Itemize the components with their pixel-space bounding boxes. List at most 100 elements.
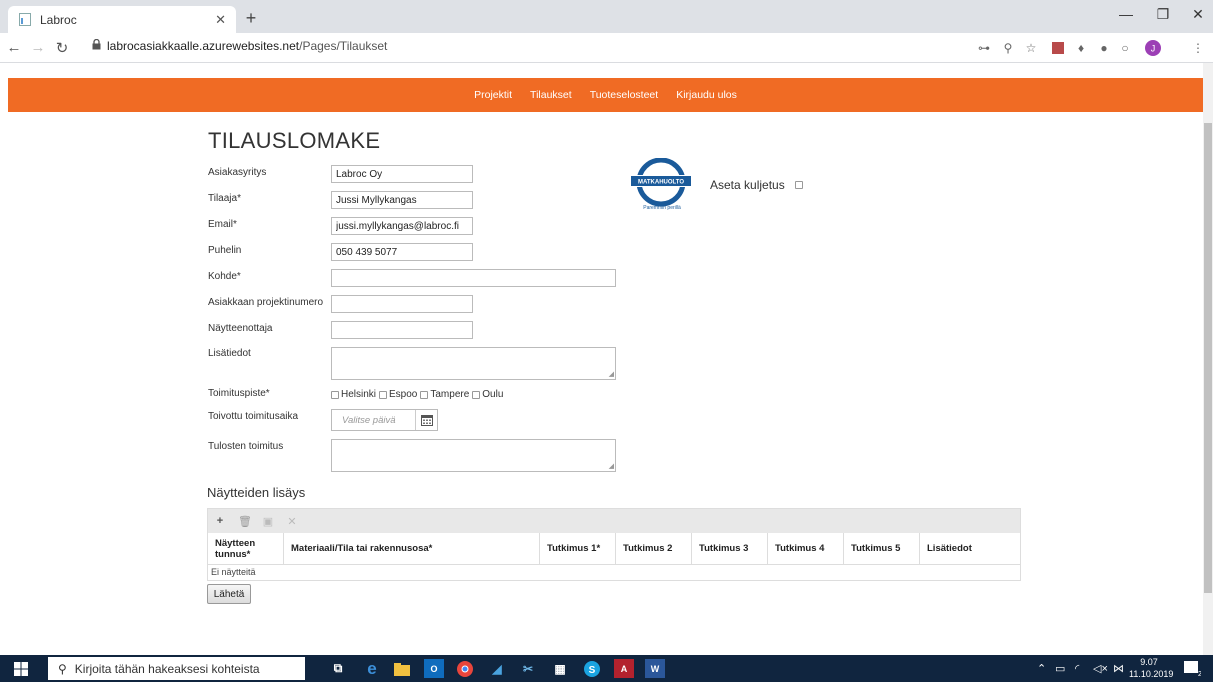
column-header[interactable]: Tutkimus 1* [540, 533, 616, 564]
key-icon[interactable]: ⊶ [976, 40, 992, 56]
page-scrollbar[interactable] [1203, 63, 1213, 655]
phone-input[interactable] [331, 243, 473, 261]
lock-icon [92, 38, 101, 53]
extension-icon-3[interactable]: ○ [1117, 40, 1133, 56]
close-tab-icon[interactable]: ✕ [215, 12, 226, 28]
nav-projektit[interactable]: Projektit [474, 89, 512, 101]
battery-icon[interactable]: ▭ [1055, 662, 1065, 675]
nav-tuoteselosteet[interactable]: Tuoteselosteet [590, 89, 659, 101]
word-icon[interactable]: W [645, 659, 665, 678]
address-bar: ← → ↻ labrocasiakkaalle.azurewebsites.ne… [0, 33, 1213, 63]
empty-message: Ei näytteitä [211, 567, 256, 577]
chrome-icon[interactable] [455, 659, 475, 678]
tampere-checkbox[interactable] [420, 390, 429, 399]
app-icon[interactable]: ◢ [487, 659, 507, 678]
column-header[interactable]: Tutkimus 4 [768, 533, 844, 564]
email-input[interactable] [331, 217, 473, 235]
page-title: TILAUSLOMAKE [208, 128, 381, 153]
cancel-icon[interactable]: ✕ [286, 515, 298, 528]
sampler-input[interactable] [331, 321, 473, 339]
skype-icon[interactable]: S [582, 659, 602, 678]
espoo-label: Espoo [389, 389, 418, 400]
send-button[interactable]: Lähetä [207, 584, 251, 604]
transport-checkbox[interactable] [794, 181, 803, 189]
menu-icon[interactable]: ⋮ [1190, 40, 1206, 56]
minimize-icon[interactable]: — [1115, 6, 1137, 22]
zoom-icon[interactable]: ⚲ [1000, 40, 1016, 56]
transport-option: Aseta kuljetus [710, 178, 805, 192]
calendar-icon[interactable] [415, 410, 437, 430]
results-delivery-textarea[interactable]: ◢ [331, 439, 616, 472]
extension-icon-2[interactable]: ● [1096, 40, 1112, 56]
scrollbar-thumb[interactable] [1204, 123, 1212, 593]
project-number-input[interactable] [331, 295, 473, 313]
notes-textarea[interactable]: ◢ [331, 347, 616, 380]
browser-tab[interactable]: Labroc ✕ [8, 6, 236, 33]
delete-icon[interactable]: 🗑 [238, 515, 252, 528]
delivery-point-label: Toimituspiste* [208, 388, 270, 399]
sampler-label: Näytteenottaja [208, 323, 273, 334]
clock-time: 9.07 [1140, 657, 1158, 667]
date-picker[interactable]: Valitse päivä [331, 409, 438, 431]
bookmark-star-icon[interactable]: ☆ [1023, 40, 1039, 56]
clock[interactable]: 9.07 11.10.2019 [1129, 656, 1174, 680]
helsinki-checkbox[interactable] [331, 390, 339, 399]
page-icon [18, 13, 32, 27]
profile-avatar[interactable]: J [1145, 40, 1161, 56]
volume-icon[interactable]: ◁× [1093, 662, 1108, 675]
nav-tilaukset[interactable]: Tilaukset [530, 89, 572, 101]
network-icon[interactable]: ◜ [1075, 662, 1079, 675]
resize-grip-icon[interactable]: ◢ [609, 462, 614, 470]
column-header[interactable]: Materiaali/Tila tai rakennusosa* [284, 533, 540, 564]
notification-icon[interactable]: 22 [1183, 659, 1206, 680]
file-explorer-icon[interactable] [392, 659, 412, 678]
snipping-icon[interactable]: ✂ [518, 659, 538, 678]
url-field[interactable]: labrocasiakkaalle.azurewebsites.net/Page… [92, 38, 387, 53]
column-header[interactable]: Näytteen tunnus* [208, 533, 284, 564]
add-icon[interactable]: + [214, 515, 226, 527]
grid-header: Näytteen tunnus* Materiaali/Tila tai rak… [208, 533, 1020, 565]
target-input[interactable] [331, 269, 616, 287]
calculator-icon[interactable]: ▦ [550, 659, 570, 678]
company-input[interactable] [331, 165, 473, 183]
svg-text:J: J [1151, 44, 1156, 54]
column-header[interactable]: Tutkimus 5 [844, 533, 920, 564]
company-label: Asiakasyritys [208, 167, 267, 178]
top-navigation: Projektit Tilaukset Tuoteselosteet Kirja… [8, 78, 1203, 112]
back-icon[interactable]: ← [4, 39, 24, 56]
task-view-icon[interactable]: ⧉ [328, 659, 348, 678]
logo-tagline: Paremmin perillä [643, 205, 681, 211]
email-label: Email* [208, 219, 237, 230]
oulu-label: Oulu [482, 389, 504, 400]
espoo-checkbox[interactable] [379, 390, 388, 399]
close-window-icon[interactable]: ✕ [1187, 6, 1209, 23]
extension-icon[interactable]: ♦ [1073, 40, 1089, 56]
maximize-icon[interactable]: ❐ [1152, 6, 1174, 23]
clock-date: 11.10.2019 [1129, 669, 1174, 679]
bluetooth-icon[interactable]: ⋈ [1113, 662, 1124, 675]
helsinki-label: Helsinki [341, 389, 377, 400]
column-header[interactable]: Lisätiedot [920, 533, 1020, 564]
windows-taskbar: ⚲ Kirjoita tähän hakeaksesi kohteista ⧉ … [0, 655, 1213, 682]
forward-icon[interactable]: → [28, 39, 48, 56]
edge-icon[interactable]: e [362, 659, 382, 678]
column-header[interactable]: Tutkimus 3 [692, 533, 768, 564]
new-tab-icon[interactable]: + [240, 8, 262, 30]
windows-start-icon[interactable] [14, 662, 28, 676]
tray-chevron-icon[interactable]: ⌃ [1037, 662, 1046, 675]
reload-icon[interactable]: ↻ [52, 39, 72, 57]
outlook-icon[interactable]: O [424, 659, 444, 678]
column-header[interactable]: Tutkimus 2 [616, 533, 692, 564]
transport-label: Aseta kuljetus [710, 178, 785, 192]
url-host: labrocasiakkaalle.azurewebsites.net [107, 39, 300, 53]
pdf-extension-icon[interactable] [1050, 40, 1066, 56]
save-icon[interactable]: ▣ [262, 515, 274, 528]
orderer-input[interactable] [331, 191, 473, 209]
nav-kirjaudu-ulos[interactable]: Kirjaudu ulos [676, 89, 737, 101]
resize-grip-icon[interactable]: ◢ [609, 370, 614, 378]
access-icon[interactable]: A [614, 659, 634, 678]
taskbar-search[interactable]: ⚲ Kirjoita tähän hakeaksesi kohteista [48, 657, 305, 680]
search-placeholder: Kirjoita tähän hakeaksesi kohteista [74, 661, 260, 676]
oulu-checkbox[interactable] [472, 390, 481, 399]
date-input[interactable]: Valitse päivä [332, 415, 415, 426]
